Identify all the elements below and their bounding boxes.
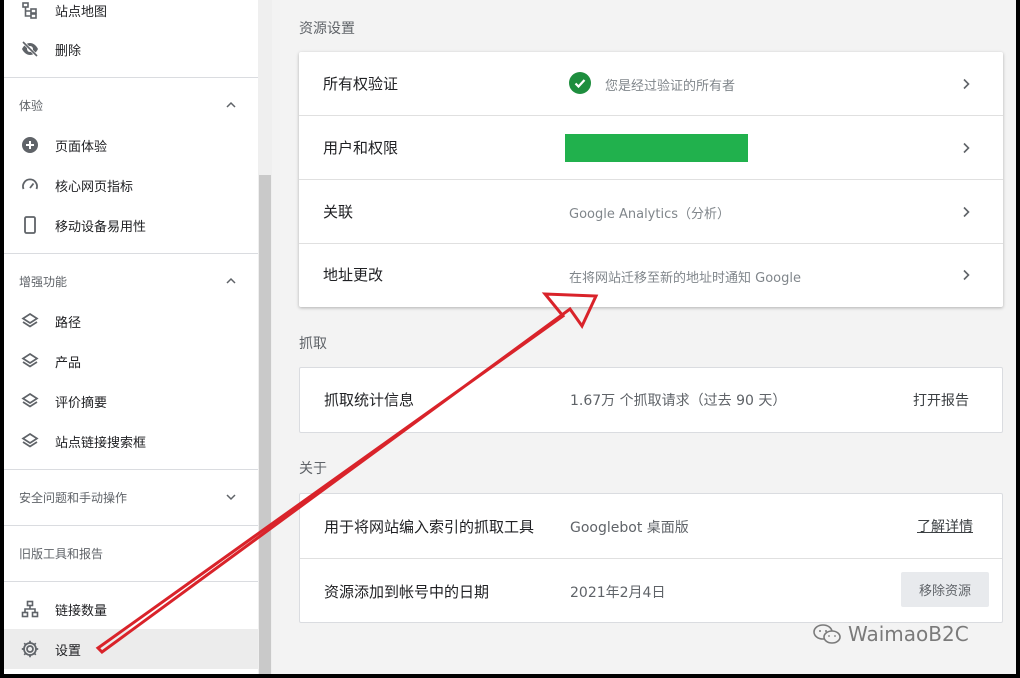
divider — [4, 469, 258, 470]
row-label: 用于将网站编入索引的抓取工具 — [324, 518, 535, 536]
row-value: 您是经过验证的所有者 — [605, 79, 736, 94]
sidebar-item-links[interactable]: 链接数量 — [4, 589, 258, 629]
sidebar-item-mobile-usability[interactable]: 移动设备易用性 — [4, 205, 258, 245]
sidebar-item-sitemap[interactable]: 站点地图 — [4, 0, 258, 30]
sidebar-item-label: 产品 — [55, 355, 82, 371]
layers-icon — [20, 431, 40, 451]
crawl-card: 抓取统计信息 1.67万 个抓取请求（过去 90 天） 打开报告 — [299, 367, 1003, 433]
sitemap-icon — [20, 0, 40, 20]
phone-icon — [20, 215, 40, 235]
sidebar-scrollbar[interactable] — [258, 0, 272, 674]
row-value: Googlebot 桌面版 — [570, 520, 689, 536]
chevron-down-icon — [226, 494, 236, 501]
row-value: 2021年2月4日 — [570, 585, 666, 601]
section-title: 体验 — [19, 99, 44, 113]
sidebar-item-label: 删除 — [55, 43, 82, 59]
section-experience[interactable]: 体验 — [4, 85, 258, 125]
row-indexing-crawler: 用于将网站编入索引的抓取工具 Googlebot 桌面版 了解详情 — [300, 494, 1002, 558]
plus-circle-icon — [20, 135, 40, 155]
scrollbar-thumb[interactable] — [259, 175, 271, 674]
sidebar-item-label: 站点链接搜索框 — [55, 435, 147, 451]
row-label: 地址更改 — [323, 266, 384, 284]
watermark: WaimaoB2C — [812, 622, 969, 646]
row-label: 关联 — [323, 203, 354, 221]
chevron-right-icon — [963, 206, 970, 218]
sidebar-item-review-snippets[interactable]: 评价摘要 — [4, 381, 258, 421]
redaction-block — [565, 134, 748, 162]
main-content: 资源设置 所有权验证 您是经过验证的所有者 用户和权限 关联 Google An… — [272, 0, 1016, 674]
row-label: 用户和权限 — [323, 139, 399, 157]
chevron-up-icon — [226, 101, 236, 108]
sidebar-item-label: 移动设备易用性 — [55, 219, 147, 235]
sidebar-item-label: 路径 — [55, 315, 82, 331]
sidebar-item-label: 站点地图 — [55, 5, 108, 20]
sidebar-item-label: 核心网页指标 — [55, 179, 134, 195]
wechat-icon — [813, 624, 841, 644]
layers-icon — [20, 391, 40, 411]
remove-property-button[interactable]: 移除资源 — [901, 572, 989, 607]
layers-icon — [20, 351, 40, 371]
section-title: 增强功能 — [19, 275, 68, 289]
chevron-right-icon — [963, 269, 970, 281]
divider — [4, 253, 258, 254]
sidebar-item-label: 链接数量 — [55, 603, 108, 619]
chevron-up-icon — [226, 277, 236, 284]
sidebar-item-page-experience[interactable]: 页面体验 — [4, 125, 258, 165]
divider — [4, 581, 258, 582]
row-crawl-stats: 抓取统计信息 1.67万 个抓取请求（过去 90 天） 打开报告 — [300, 368, 1002, 432]
watermark-text: WaimaoB2C — [848, 622, 969, 646]
chevron-right-icon — [963, 78, 970, 90]
sidebar-item-breadcrumbs[interactable]: 路径 — [4, 301, 258, 341]
section-security[interactable]: 安全问题和手动操作 — [4, 477, 258, 517]
row-label: 抓取统计信息 — [324, 391, 415, 409]
sidebar-item-label: 页面体验 — [55, 139, 108, 155]
row-date-added: 资源添加到帐号中的日期 2021年2月4日 移除资源 — [300, 559, 1002, 623]
divider — [4, 77, 258, 78]
row-value: Google Analytics（分析） — [569, 207, 731, 222]
section-title: 旧版工具和报告 — [19, 547, 104, 561]
section-legacy-tools[interactable]: 旧版工具和报告 — [4, 533, 258, 573]
row-label: 资源添加到帐号中的日期 — [324, 583, 490, 601]
sidebar-item-core-web-vitals[interactable]: 核心网页指标 — [4, 165, 258, 205]
about-card: 用于将网站编入索引的抓取工具 Googlebot 桌面版 了解详情 资源添加到帐… — [299, 493, 1003, 623]
check-circle-icon — [569, 72, 591, 94]
chevron-right-icon — [963, 142, 970, 154]
row-change-of-address[interactable]: 地址更改 在将网站迁移至新的地址时通知 Google — [299, 244, 1003, 308]
network-icon — [20, 599, 40, 619]
gear-icon — [20, 639, 40, 659]
learn-more-link[interactable]: 了解详情 — [917, 516, 973, 536]
section-title: 安全问题和手动操作 — [19, 491, 128, 505]
sidebar-item-sitelinks-searchbox[interactable]: 站点链接搜索框 — [4, 421, 258, 461]
row-value: 在将网站迁移至新的地址时通知 Google — [569, 271, 801, 286]
resource-settings-card: 所有权验证 您是经过验证的所有者 用户和权限 关联 Google Analyti… — [299, 52, 1003, 307]
eye-off-icon — [20, 39, 40, 59]
row-value: 1.67万 个抓取请求（过去 90 天） — [570, 393, 787, 409]
open-report-button[interactable]: 打开报告 — [913, 390, 969, 410]
row-ownership-verification[interactable]: 所有权验证 您是经过验证的所有者 — [299, 52, 1003, 116]
section-title-resource-settings: 资源设置 — [299, 21, 355, 37]
sidebar-item-label: 设置 — [55, 643, 82, 659]
sidebar-item-label: 评价摘要 — [55, 395, 108, 411]
section-title-about: 关于 — [299, 461, 327, 477]
sidebar-item-removals[interactable]: 删除 — [4, 29, 258, 69]
divider — [4, 525, 258, 526]
gauge-icon — [20, 175, 40, 195]
layers-icon — [20, 311, 40, 331]
section-title-crawl: 抓取 — [299, 336, 327, 352]
sidebar: 站点地图 删除 体验 页面体验 核心网页指标 移动设备易用性 增强功能 路径 产… — [4, 0, 258, 674]
app-frame: 站点地图 删除 体验 页面体验 核心网页指标 移动设备易用性 增强功能 路径 产… — [4, 0, 1016, 674]
sidebar-item-settings[interactable]: 设置 — [4, 629, 258, 669]
row-users-permissions[interactable]: 用户和权限 — [299, 116, 1003, 180]
sidebar-item-products[interactable]: 产品 — [4, 341, 258, 381]
row-label: 所有权验证 — [323, 75, 399, 93]
section-enhancements[interactable]: 增强功能 — [4, 261, 258, 301]
row-associations[interactable]: 关联 Google Analytics（分析） — [299, 180, 1003, 244]
